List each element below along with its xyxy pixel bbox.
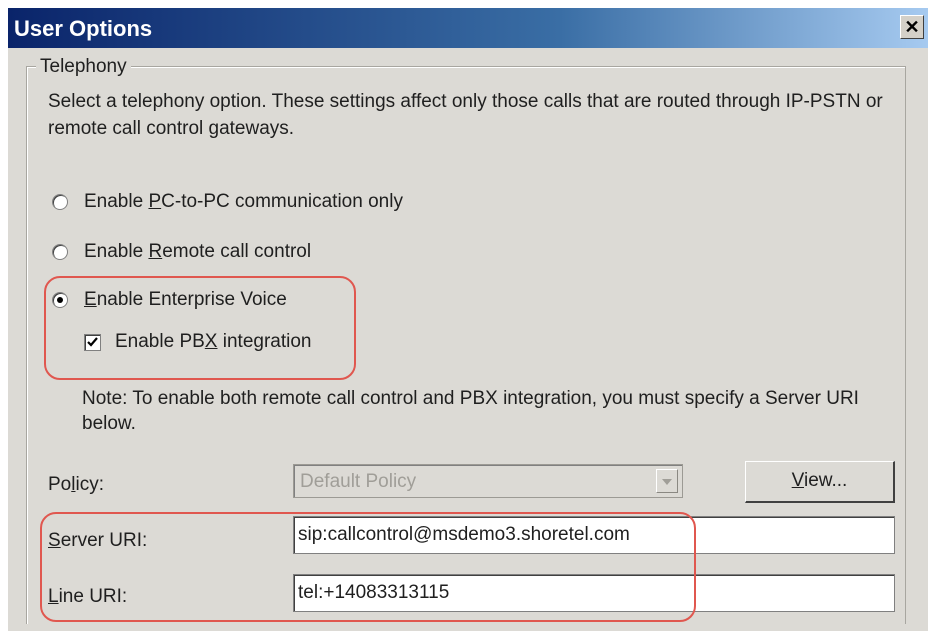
- radio-pc-to-pc[interactable]: Enable PC-to-PC communication only: [52, 189, 403, 215]
- policy-value: Default Policy: [300, 471, 417, 492]
- radio-label-pc-to-pc: Enable PC-to-PC communication only: [84, 191, 403, 212]
- policy-combobox[interactable]: Default Policy: [293, 464, 683, 498]
- checkmark-icon: [87, 336, 98, 347]
- radio-remote-call-control[interactable]: Enable Remote call control: [52, 239, 311, 265]
- pbx-integration-checkbox[interactable]: [84, 333, 101, 351]
- radio-label-enterprise-voice: Enable Enterprise Voice: [84, 289, 287, 310]
- title-bar[interactable]: User Options ✕: [8, 8, 928, 48]
- view-policy-button[interactable]: View...: [745, 461, 895, 503]
- server-uri-label: Server URI:: [48, 530, 148, 551]
- radio-button[interactable]: [52, 244, 68, 260]
- radio-button-selected[interactable]: [52, 292, 68, 308]
- pbx-note: Note: To enable both remote call control…: [82, 388, 859, 434]
- server-uri-input[interactable]: [293, 516, 895, 554]
- pbx-integration-checkbox-row[interactable]: Enable PBX integration: [84, 329, 312, 355]
- close-button[interactable]: ✕: [900, 15, 924, 39]
- radio-selected-dot: [57, 297, 63, 303]
- close-icon: ✕: [904, 17, 920, 37]
- window-title: User Options: [14, 16, 153, 41]
- telephony-description: Select a telephony option. These setting…: [48, 91, 883, 139]
- telephony-group-label: Telephony: [36, 56, 131, 78]
- chevron-down-icon[interactable]: [656, 469, 678, 493]
- policy-label: Policy:: [48, 474, 104, 495]
- radio-button[interactable]: [52, 194, 68, 210]
- radio-enterprise-voice[interactable]: Enable Enterprise Voice: [52, 287, 287, 313]
- line-uri-input[interactable]: [293, 574, 895, 612]
- line-uri-label: Line URI:: [48, 586, 128, 607]
- radio-label-remote-call-control: Enable Remote call control: [84, 241, 312, 262]
- pbx-integration-label: Enable PBX integration: [115, 331, 312, 352]
